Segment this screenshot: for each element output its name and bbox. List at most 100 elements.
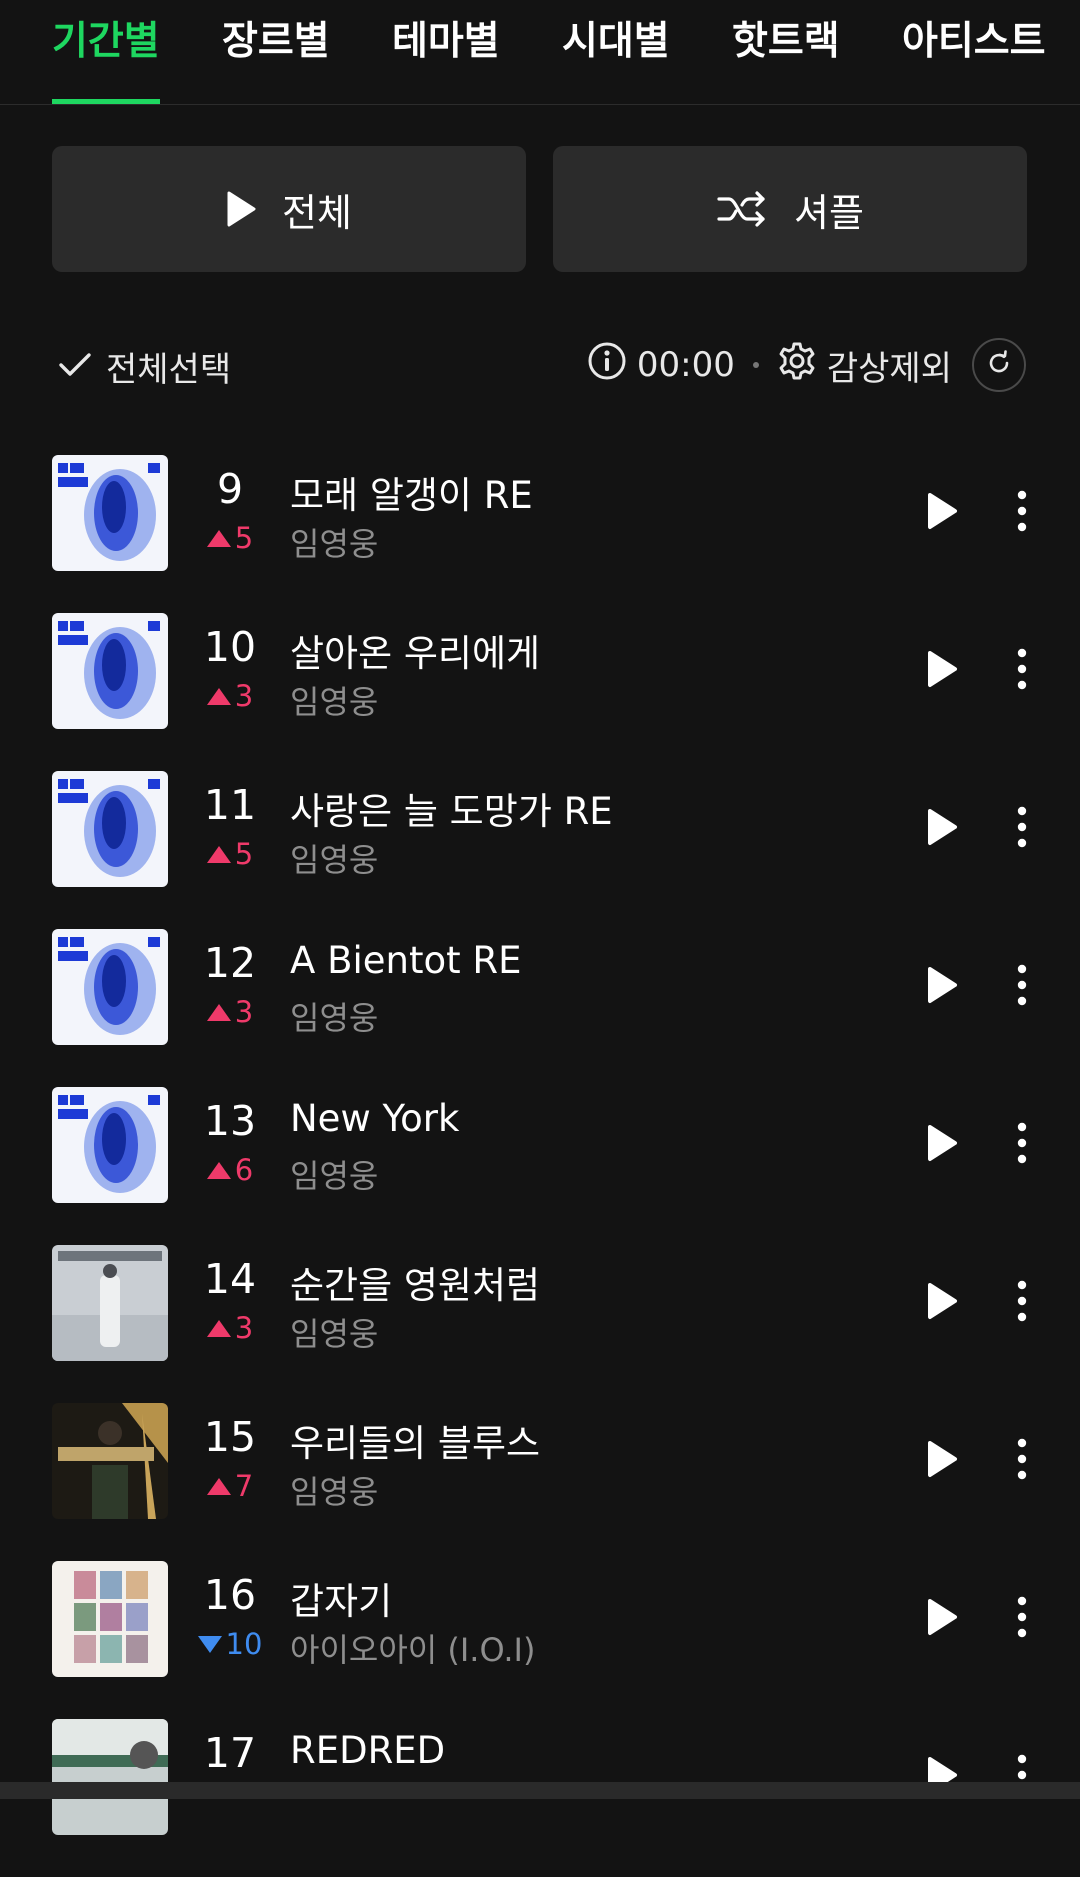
- play-icon: [926, 1124, 958, 1166]
- rank-change-value: 10: [225, 1627, 263, 1661]
- play-icon: [926, 1598, 958, 1640]
- album-cover[interactable]: [52, 1561, 168, 1677]
- play-icon: [926, 492, 958, 534]
- rank-up-icon: [206, 687, 231, 705]
- exclude-label: 감상제외: [826, 348, 952, 389]
- artist-name[interactable]: 아이오아이 (I.O.I): [290, 1625, 535, 1671]
- play-icon: [926, 966, 958, 1008]
- playback-tools: 00:00 감상제외: [587, 338, 1026, 392]
- album-cover[interactable]: [52, 771, 168, 887]
- rank-change: 3: [180, 995, 280, 1029]
- more-options-button[interactable]: [1000, 1275, 1044, 1331]
- tab-by-period[interactable]: 기간별: [52, 12, 160, 78]
- artist-name[interactable]: 임영웅: [290, 519, 378, 565]
- artist-name[interactable]: 임영웅: [290, 1309, 378, 1355]
- play-song-button[interactable]: [914, 485, 970, 541]
- more-options-button[interactable]: [1000, 485, 1044, 541]
- play-all-button[interactable]: 전체: [52, 146, 526, 272]
- shuffle-button[interactable]: 셔플: [553, 146, 1027, 272]
- song-title[interactable]: 모래 알갱이 RE: [290, 465, 533, 519]
- play-song-button[interactable]: [914, 1117, 970, 1173]
- tab-by-theme[interactable]: 테마별: [392, 12, 500, 78]
- song-row[interactable]: 15 7 우리들의 블루스 임영웅: [0, 1403, 1080, 1561]
- album-cover[interactable]: [52, 1245, 168, 1361]
- play-song-button[interactable]: [914, 1591, 970, 1647]
- rank-change-value: 3: [234, 1311, 254, 1345]
- rank-up-icon: [206, 1161, 231, 1179]
- tab-hot-track[interactable]: 핫트랙: [732, 12, 840, 78]
- exclude-listening-button[interactable]: 감상제외: [777, 341, 952, 390]
- rank-change-value: 5: [234, 837, 254, 871]
- rank-number: 16: [203, 1571, 257, 1619]
- more-options-button[interactable]: [1000, 959, 1044, 1015]
- gear-icon: [777, 341, 817, 390]
- song-title[interactable]: REDRED: [290, 1729, 445, 1772]
- rank-up-icon: [206, 1477, 231, 1495]
- song-row[interactable]: 13 6 New York 임영웅: [0, 1087, 1080, 1245]
- rank-change: 6: [180, 1153, 280, 1187]
- play-icon: [926, 650, 958, 692]
- chart-category-tabs: 기간별 장르별 테마별 시대별 핫트랙 아티스트: [0, 0, 1080, 105]
- song-title[interactable]: 살아온 우리에게: [290, 623, 540, 677]
- more-vertical-icon: [1016, 489, 1028, 537]
- shuffle-icon: [716, 190, 768, 228]
- artist-name[interactable]: 임영웅: [290, 1467, 378, 1513]
- song-row[interactable]: 12 3 A Bientot RE 임영웅: [0, 929, 1080, 1087]
- play-song-button[interactable]: [914, 801, 970, 857]
- rank-number: 17: [203, 1729, 257, 1777]
- album-cover[interactable]: [52, 613, 168, 729]
- album-cover[interactable]: [52, 1719, 168, 1835]
- song-title[interactable]: 우리들의 블루스: [290, 1413, 540, 1467]
- artist-name[interactable]: 임영웅: [290, 835, 378, 881]
- rank-down-icon: [197, 1635, 222, 1653]
- song-title[interactable]: A Bientot RE: [290, 939, 521, 982]
- rank-change-value: 3: [234, 679, 254, 713]
- play-song-button[interactable]: [914, 1433, 970, 1489]
- refresh-button[interactable]: [972, 338, 1026, 392]
- play-time-info[interactable]: 00:00: [587, 341, 735, 390]
- more-vertical-icon: [1016, 1121, 1028, 1169]
- play-all-label: 전체: [282, 190, 352, 235]
- song-title[interactable]: 갑자기: [290, 1571, 392, 1625]
- album-cover[interactable]: [52, 929, 168, 1045]
- separator-dot: [752, 362, 759, 368]
- artist-name[interactable]: 임영웅: [290, 993, 378, 1039]
- rank-change: 10: [180, 1627, 280, 1661]
- play-song-button[interactable]: [914, 959, 970, 1015]
- more-options-button[interactable]: [1000, 801, 1044, 857]
- tab-by-genre[interactable]: 장르별: [222, 12, 330, 78]
- rank-number: 9: [216, 465, 244, 513]
- song-row[interactable]: 16 10 갑자기 아이오아이 (I.O.I): [0, 1561, 1080, 1719]
- tab-artist[interactable]: 아티스트: [902, 12, 1046, 78]
- rank-number: 13: [203, 1097, 257, 1145]
- more-options-button[interactable]: [1000, 1591, 1044, 1647]
- refresh-icon: [986, 345, 1012, 385]
- song-row[interactable]: 11 5 사랑은 늘 도망가 RE 임영웅: [0, 771, 1080, 929]
- rank-up-icon: [206, 1003, 231, 1021]
- more-options-button[interactable]: [1000, 643, 1044, 699]
- artist-name[interactable]: 임영웅: [290, 1151, 378, 1197]
- rank-up-icon: [206, 529, 231, 547]
- album-cover[interactable]: [52, 1087, 168, 1203]
- tab-by-era[interactable]: 시대별: [562, 12, 670, 78]
- more-options-button[interactable]: [1000, 1433, 1044, 1489]
- song-title[interactable]: 사랑은 늘 도망가 RE: [290, 781, 613, 835]
- song-title[interactable]: New York: [290, 1097, 459, 1140]
- select-all-button[interactable]: 전체선택: [58, 342, 231, 391]
- play-icon: [226, 191, 256, 227]
- song-row[interactable]: 9 5 모래 알갱이 RE 임영웅: [0, 455, 1080, 613]
- album-cover[interactable]: [52, 1403, 168, 1519]
- song-row[interactable]: 14 3 순간을 영원처럼 임영웅: [0, 1245, 1080, 1403]
- active-tab-indicator: [52, 99, 160, 104]
- rank-change: 5: [180, 521, 280, 555]
- rank-up-icon: [206, 845, 231, 863]
- play-song-button[interactable]: [914, 643, 970, 699]
- play-song-button[interactable]: [914, 1275, 970, 1331]
- artist-name[interactable]: 임영웅: [290, 677, 378, 723]
- more-vertical-icon: [1016, 1279, 1028, 1327]
- song-row[interactable]: 10 3 살아온 우리에게 임영웅: [0, 613, 1080, 771]
- album-cover[interactable]: [52, 455, 168, 571]
- rank-change: 7: [180, 1469, 280, 1503]
- more-options-button[interactable]: [1000, 1117, 1044, 1173]
- song-title[interactable]: 순간을 영원처럼: [290, 1255, 540, 1309]
